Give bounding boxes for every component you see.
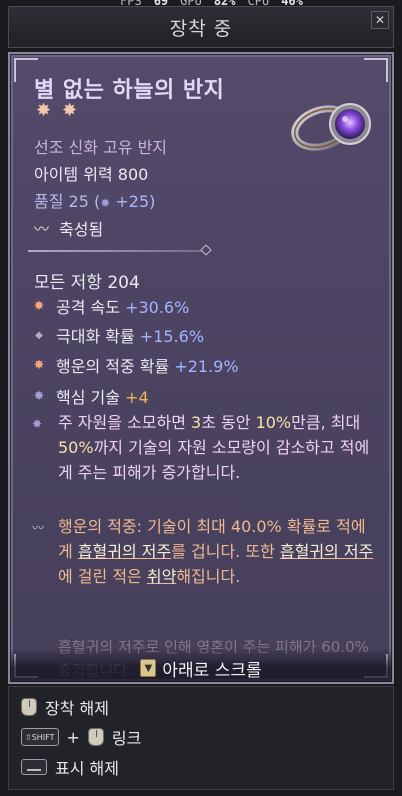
aspect-text: 주 자원을 소모하면 3초 동안 10%만큼, 최대 50%까지 기술의 자원 …: [58, 413, 370, 482]
quality-suffix: ): [149, 192, 156, 211]
fps-value: 69: [153, 0, 169, 8]
tempered-aspect: ✸ 주 자원을 소모하면 3초 동안 10%만큼, 최대 50%까지 기술의 자…: [32, 410, 378, 485]
affix-name: 극대화 확률: [56, 327, 140, 346]
tempered-affix-icon: ✸: [32, 417, 43, 431]
keyword-link[interactable]: 취약: [147, 567, 176, 586]
divider-ornament: [200, 244, 212, 256]
unique-power-icon: 〰: [32, 521, 45, 535]
aspect-value: 3: [191, 413, 202, 432]
unequip-command[interactable]: 장착 해제: [21, 695, 109, 719]
affix-name: 핵심 기술: [56, 388, 126, 407]
greater-affix-star-icon: ✸: [33, 298, 45, 314]
affix-value: +4: [125, 388, 149, 407]
mouse-right-click-icon: [21, 698, 37, 716]
shift-key-icon: ⇧ SHIFT: [21, 728, 59, 746]
item-type: 선조 신화 고유 반지: [34, 138, 168, 157]
all-resistance: 모든 저항 204: [34, 273, 140, 293]
tempered-affix-icon: ✸: [33, 388, 45, 404]
link-command[interactable]: ⇧ SHIFT + 링크: [21, 725, 141, 749]
plus-sign: +: [66, 727, 80, 747]
affix-name: 행운의 적중 확률: [56, 357, 175, 376]
spacebar-key-icon: [21, 759, 47, 775]
affix-row: ✸ 핵심 기술 +4: [32, 384, 149, 408]
hide-command[interactable]: 표시 해제: [21, 755, 119, 779]
performance-overlay: FPS 69 GPU 82% CPU 46%: [0, 0, 402, 8]
keyword-link[interactable]: 흡혈귀의 저주: [78, 542, 171, 561]
greater-affix-star-icon: ✸: [33, 357, 45, 373]
equipped-header: 장착 중 ✕: [8, 6, 394, 48]
keyword-link[interactable]: 흡혈귀의 저주: [280, 542, 373, 561]
quality-bonus: +25: [115, 192, 150, 211]
gpu-label: GPU: [180, 0, 202, 8]
scroll-down-icon: ▼: [140, 659, 157, 677]
unique-power: 〰 행운의 적중: 기술이 최대 40.0% 확률로 적에게 흡혈귀의 저주를 …: [32, 514, 378, 589]
scroll-hint[interactable]: ▼ 아래로 스크롤: [10, 648, 392, 682]
aspect-value: 10%: [255, 413, 292, 432]
quality-prefix: 품질 25 (: [34, 192, 101, 211]
unique-power-text: 행운의 적중: 기술이 최대 40.0% 확률로 적에게 흡혈귀의 저주를 겁니…: [58, 517, 374, 586]
wings-icon: 〰: [34, 219, 50, 238]
gpu-value: 82%: [213, 0, 236, 8]
greater-affix-stars: ✸ ✸: [36, 102, 80, 120]
scroll-hint-label: 아래로 스크롤: [162, 660, 262, 681]
affix-row: ✸ 공격 속도 +30.6%: [32, 294, 190, 318]
mouse-left-click-icon: [87, 728, 104, 746]
unequip-label: 장착 해제: [45, 699, 109, 718]
frame-corner-ornament: [364, 58, 388, 82]
affix-row: ◆ 극대화 확률 +15.6%: [32, 323, 204, 347]
close-icon[interactable]: ✕: [371, 11, 389, 29]
hide-label: 표시 해제: [55, 759, 119, 778]
item-tooltip-card: 별 없는 하늘의 반지 ✸ ✸ 선조 신화 고유 반지 아이템 위력 800 품…: [8, 52, 394, 684]
affix-name: 공격 속도: [56, 298, 126, 317]
affix-row: ✸ 행운의 적중 확률 +21.9%: [32, 353, 239, 377]
header-title: 장착 중: [169, 17, 233, 40]
affix-value: +15.6%: [139, 327, 205, 346]
sanctified-label: 축성됨: [59, 220, 104, 239]
fps-label: FPS: [120, 0, 142, 8]
section-divider: [28, 250, 208, 252]
greater-affix-star-icon: ✸: [36, 100, 52, 121]
sanctified-status: 〰 축성됨: [34, 216, 103, 240]
greater-affix-star-icon: ✸: [62, 100, 78, 121]
affix-value: +21.9%: [174, 357, 239, 376]
cpu-value: 46%: [281, 0, 303, 8]
item-quality: 품질 25 (✸ +25): [34, 188, 155, 212]
item-power: 아이템 위력 800: [34, 165, 149, 184]
affix-diamond-icon: ◆: [35, 329, 43, 341]
command-panel: 장착 해제 ⇧ SHIFT + 링크 표시 해제: [8, 686, 394, 790]
masterwork-icon: ✸: [100, 196, 111, 210]
cpu-label: CPU: [247, 0, 270, 8]
link-label: 링크: [111, 729, 142, 748]
aspect-value: 50%: [58, 438, 94, 457]
ring-icon: [291, 103, 371, 151]
affix-value: +30.6%: [125, 298, 190, 317]
